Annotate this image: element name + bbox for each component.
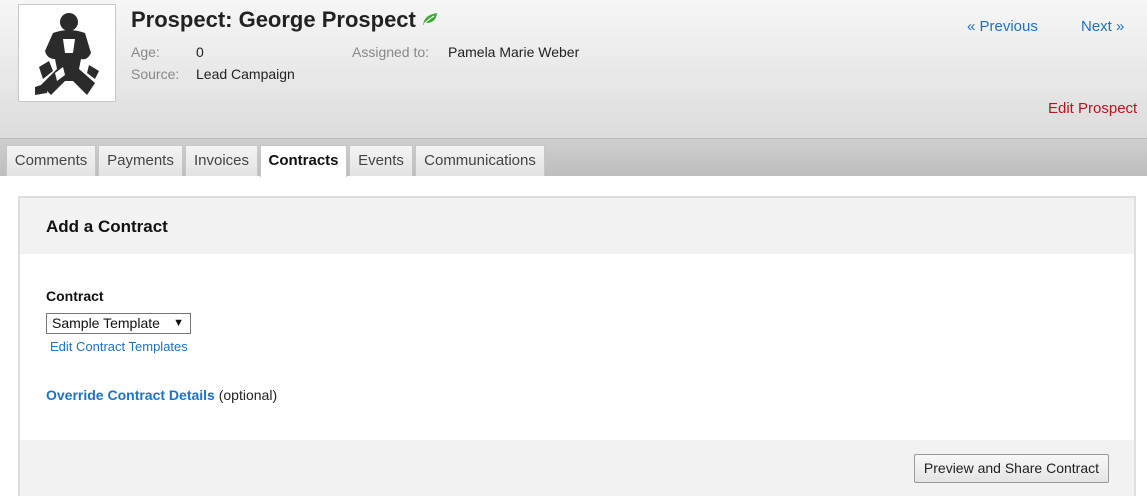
source-value-wrap: Lead Campaign [196,66,295,82]
caret-down-icon: ▼ [173,317,184,329]
avatar [18,4,116,102]
contract-select[interactable]: Sample Template ▼ [46,313,191,334]
edit-contract-templates-link[interactable]: Edit Contract Templates [50,339,188,354]
tab-bar: Comments Payments Invoices Contracts Eve… [0,139,1147,177]
panel-title: Add a Contract [46,217,168,236]
page-title: Prospect: George Prospect [131,7,438,34]
assigned-value: Pamela Marie Weber [448,44,580,60]
panel-footer: Preview and Share Contract [20,440,1134,496]
contract-select-value: Sample Template [52,315,160,331]
override-contract-details-link[interactable]: Override Contract Details [46,387,215,403]
fighter-silhouette-icon [35,13,99,95]
age-row: Age: [131,44,160,60]
tab-communications[interactable]: Communications [415,145,545,176]
panel-header: Add a Contract [20,198,1134,254]
assigned-label: Assigned to: [352,44,430,60]
page-title-text: Prospect: George Prospect [131,7,416,32]
contract-label: Contract [46,288,104,304]
source-value: Lead Campaign [196,66,295,82]
source-label: Source: [131,66,180,82]
edit-prospect-link[interactable]: Edit Prospect [1048,100,1137,117]
tab-payments[interactable]: Payments [98,145,183,176]
assigned-value-wrap: Pamela Marie Weber [448,44,579,60]
leaf-icon [422,6,438,32]
previous-link[interactable]: « Previous [967,18,1038,35]
tab-comments[interactable]: Comments [6,145,96,176]
override-optional-text: (optional) [218,387,278,403]
next-link[interactable]: Next » [1081,18,1124,35]
tab-contracts[interactable]: Contracts [260,145,347,177]
prospect-header: Prospect: George Prospect Age: 0 Source:… [0,0,1147,139]
tab-events[interactable]: Events [349,145,413,176]
add-contract-panel: Add a Contract Contract Sample Template … [18,196,1136,496]
age-value: 0 [196,44,204,60]
override-row: Override Contract Details (optional) [46,387,277,403]
age-label: Age: [131,44,160,60]
age-value-wrap: 0 [196,44,204,60]
preview-share-contract-button[interactable]: Preview and Share Contract [913,454,1109,483]
tab-invoices[interactable]: Invoices [185,145,258,176]
assigned-row: Assigned to: [352,44,429,60]
source-row: Source: [131,66,179,82]
